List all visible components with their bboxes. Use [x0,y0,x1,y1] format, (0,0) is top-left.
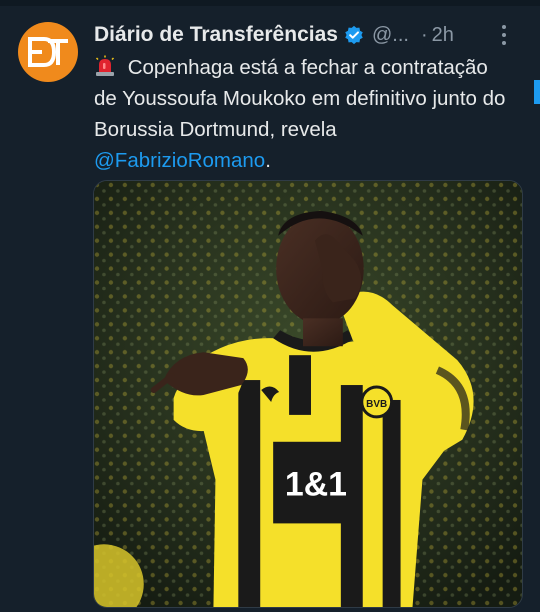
tweet-header: Diário de Transferências @... · 2h [94,20,524,50]
player-photo: 1&1 BVB [94,181,522,607]
tweet-card[interactable]: Diário de Transferências @... · 2h Copen… [0,0,540,612]
separator-dot: · [420,23,428,46]
jersey-sponsor: 1&1 [285,466,347,504]
tweet-text: Copenhaga está a fechar a contratação de… [94,52,514,176]
club-crest: BVB [366,399,387,410]
avatar[interactable] [18,22,78,82]
verified-badge-icon [344,25,364,45]
handle[interactable]: @... [372,24,409,47]
scroll-indicator [534,80,540,104]
avatar-logo-icon [28,37,68,67]
tweet-end: . [265,149,271,172]
siren-icon [94,55,116,77]
tweet-media-photo[interactable]: 1&1 BVB [93,180,523,608]
display-name[interactable]: Diário de Transferências [94,23,338,47]
timestamp[interactable]: 2h [432,24,454,47]
more-options-icon[interactable] [492,22,516,48]
tweet-body: Copenhaga está a fechar a contratação de… [94,56,506,141]
mention-link[interactable]: @FabrizioRomano [94,149,265,172]
top-divider [0,0,540,6]
